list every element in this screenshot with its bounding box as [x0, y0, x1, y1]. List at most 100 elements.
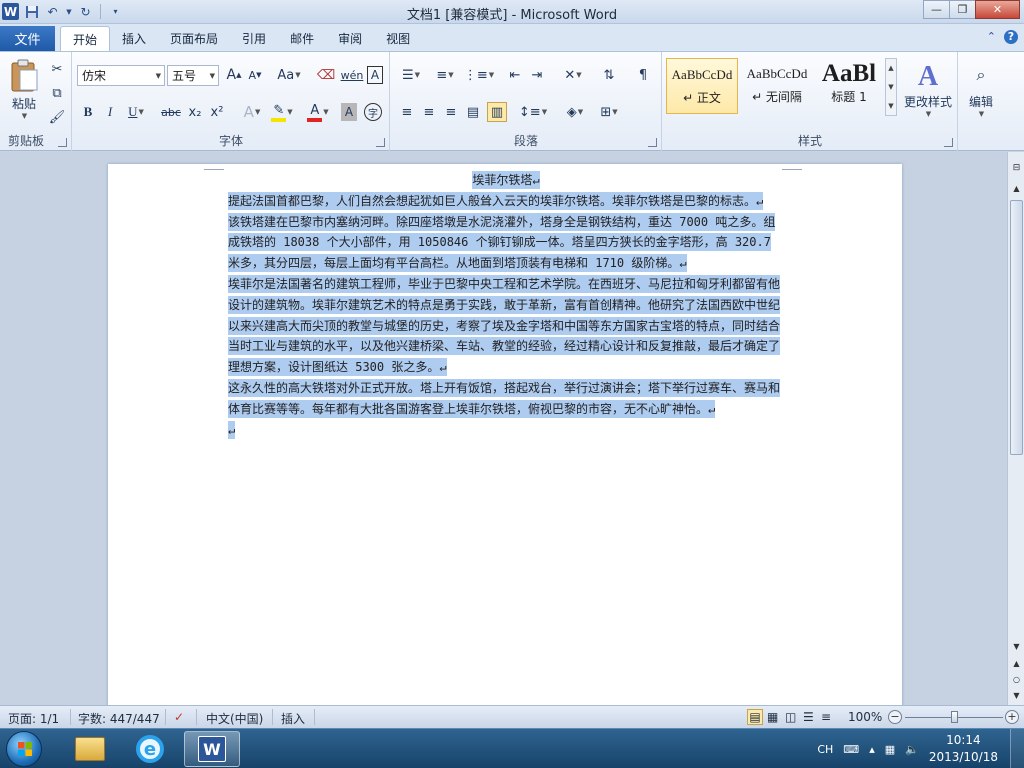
chinese-layout-button[interactable]: ✕ ▼: [559, 65, 587, 85]
next-page-icon[interactable]: ▼: [1009, 687, 1024, 703]
gallery-down-icon[interactable]: ▼: [886, 78, 896, 97]
taskbar-word[interactable]: W: [184, 731, 240, 767]
minimize-ribbon-icon[interactable]: ⌃: [987, 30, 996, 44]
tab-home[interactable]: 开始: [60, 26, 111, 51]
paragraph-2[interactable]: 该铁塔建在巴黎市内塞纳河畔。除四座塔墩是水泥浇灌外，塔身全是钢铁结构，重达 70…: [228, 212, 784, 274]
shading-button[interactable]: ◈ ▼: [561, 102, 589, 122]
clock[interactable]: 10:14 2013/10/18: [929, 732, 998, 766]
minimize-button[interactable]: —: [923, 0, 950, 19]
bullets-button[interactable]: ☰ ▼: [397, 65, 425, 85]
network-icon[interactable]: ▦: [885, 743, 895, 756]
show-hidden-icons-icon[interactable]: ▴: [869, 743, 875, 756]
zoom-slider-thumb[interactable]: [951, 711, 958, 723]
increase-indent-icon[interactable]: ⇥: [527, 65, 547, 85]
style-normal[interactable]: AaBbCcDd ↵ 正文: [666, 58, 738, 114]
borders-button[interactable]: ⊞ ▼: [595, 102, 623, 122]
clipboard-launcher-icon[interactable]: [58, 138, 67, 147]
cut-icon[interactable]: ✂: [48, 60, 66, 78]
vertical-scrollbar[interactable]: ⊟ ▲ ▼ ▲ ○ ▼: [1007, 152, 1024, 705]
italic-button[interactable]: I: [101, 102, 119, 122]
superscript-button[interactable]: x²: [208, 102, 226, 122]
show-marks-icon[interactable]: ¶: [633, 65, 653, 85]
paste-button[interactable]: 粘贴 ▼: [4, 56, 44, 122]
character-shading-button[interactable]: A: [341, 103, 357, 121]
previous-page-icon[interactable]: ▲: [1009, 655, 1024, 671]
tab-file[interactable]: 文件: [0, 26, 55, 51]
show-desktop-button[interactable]: [1010, 729, 1024, 768]
paragraph-3-text[interactable]: 埃菲尔是法国著名的建筑工程师，毕业于巴黎中央工程和艺术学院。在西班牙、马尼拉和匈…: [228, 274, 781, 377]
browse-object-icon[interactable]: ○: [1009, 671, 1024, 687]
styles-launcher-icon[interactable]: [944, 138, 953, 147]
style-heading-1[interactable]: AaBl 标题 1: [813, 58, 885, 114]
zoom-in-button[interactable]: +: [1005, 710, 1019, 724]
copy-icon[interactable]: ⧉: [48, 84, 66, 102]
input-language[interactable]: CH: [817, 743, 833, 756]
grow-font-button[interactable]: A ▲: [225, 65, 243, 85]
justify-icon[interactable]: ▤: [463, 102, 483, 122]
font-color-button[interactable]: A ▼: [305, 102, 331, 122]
document-title[interactable]: 埃菲尔铁塔↵: [472, 171, 540, 189]
subscript-button[interactable]: x₂: [186, 102, 204, 122]
scroll-up-icon[interactable]: ▲: [1009, 180, 1024, 196]
maximize-button[interactable]: ❐: [949, 0, 976, 19]
zoom-out-button[interactable]: −: [888, 710, 902, 724]
change-styles-button[interactable]: A 更改样式 ▼: [901, 56, 955, 122]
scroll-thumb[interactable]: [1010, 200, 1023, 455]
numbering-button[interactable]: ≡ ▼: [431, 65, 459, 85]
document-title-line[interactable]: 埃菲尔铁塔↵: [228, 170, 784, 191]
shrink-font-button[interactable]: A ▼: [246, 65, 264, 85]
ruler-toggle-icon[interactable]: ⊟: [1009, 160, 1024, 176]
paragraph-5[interactable]: ↵: [228, 420, 784, 441]
start-button[interactable]: [6, 731, 42, 767]
document-page[interactable]: 埃菲尔铁塔↵ 提起法国首都巴黎，人们自然会想起犹如巨人般耸入云天的埃菲尔铁塔。埃…: [108, 164, 902, 705]
line-spacing-button[interactable]: ↕≡ ▼: [519, 102, 547, 122]
enclose-characters-button[interactable]: 字: [364, 103, 382, 121]
zoom-level[interactable]: 100%: [848, 710, 882, 724]
bold-button[interactable]: B: [79, 102, 97, 122]
gallery-up-icon[interactable]: ▲: [886, 59, 896, 78]
tab-mailings[interactable]: 邮件: [278, 26, 326, 51]
proofing-icon[interactable]: ✓: [174, 710, 184, 724]
distributed-icon[interactable]: ▥: [487, 102, 507, 122]
phonetic-guide-button[interactable]: wén: [341, 65, 364, 85]
paragraph-1[interactable]: 提起法国首都巴黎，人们自然会想起犹如巨人般耸入云天的埃菲尔铁塔。埃菲尔铁塔是巴黎…: [228, 191, 784, 212]
view-web-layout-icon[interactable]: ◫: [785, 710, 796, 724]
keyboard-icon[interactable]: ⌨: [843, 743, 859, 756]
strikethrough-button[interactable]: abc: [159, 102, 183, 122]
text-effects-button[interactable]: A ▼: [239, 102, 265, 122]
align-right-icon[interactable]: ≡: [441, 102, 461, 122]
view-outline-icon[interactable]: ☰: [803, 710, 814, 724]
paragraph-launcher-icon[interactable]: [648, 138, 657, 147]
format-painter-icon[interactable]: 🖌: [48, 108, 66, 126]
volume-icon[interactable]: 🔈: [905, 743, 919, 756]
scroll-down-icon[interactable]: ▼: [1009, 638, 1024, 654]
paragraph-5-text[interactable]: ↵: [228, 420, 236, 439]
paragraph-4[interactable]: 这永久性的高大铁塔对外正式开放。塔上开有饭馆，搭起戏台，举行过演讲会；塔下举行过…: [228, 378, 784, 420]
paste-dropdown-icon[interactable]: ▼: [22, 112, 27, 120]
font-launcher-icon[interactable]: [376, 138, 385, 147]
multilevel-list-button[interactable]: ⋮≡ ▼: [464, 65, 494, 85]
align-center-icon[interactable]: ≡: [419, 102, 439, 122]
style-no-spacing[interactable]: AaBbCcDd ↵ 无间隔: [741, 58, 813, 114]
paragraph-1-text[interactable]: 提起法国首都巴黎，人们自然会想起犹如巨人般耸入云天的埃菲尔铁塔。埃菲尔铁塔是巴黎…: [228, 191, 764, 210]
underline-button[interactable]: U ▼: [123, 102, 149, 122]
align-left-icon[interactable]: ≡: [397, 102, 417, 122]
document-body[interactable]: 埃菲尔铁塔↵ 提起法国首都巴黎，人们自然会想起犹如巨人般耸入云天的埃菲尔铁塔。埃…: [228, 170, 784, 440]
view-full-screen-icon[interactable]: ▦: [767, 710, 778, 724]
taskbar-internet-explorer[interactable]: e: [122, 731, 178, 767]
tab-review[interactable]: 审阅: [326, 26, 374, 51]
highlight-button[interactable]: ✎ ▼: [269, 102, 295, 122]
paragraph-3[interactable]: 埃菲尔是法国著名的建筑工程师，毕业于巴黎中央工程和艺术学院。在西班牙、马尼拉和匈…: [228, 274, 784, 378]
paragraph-4-text[interactable]: 这永久性的高大铁塔对外正式开放。塔上开有饭馆，搭起戏台，举行过演讲会；塔下举行过…: [228, 378, 781, 418]
view-print-layout-icon[interactable]: ▤: [747, 709, 763, 725]
tab-page-layout[interactable]: 页面布局: [158, 26, 230, 51]
clear-formatting-icon[interactable]: ⌫: [317, 65, 335, 85]
change-case-button[interactable]: Aa ▼: [276, 65, 302, 85]
font-size-combo[interactable]: 五号 ▼: [167, 65, 219, 86]
tab-references[interactable]: 引用: [230, 26, 278, 51]
font-name-combo[interactable]: 仿宋 ▼: [77, 65, 165, 86]
character-border-button[interactable]: A: [367, 66, 383, 84]
tab-view[interactable]: 视图: [374, 26, 422, 51]
close-button[interactable]: ✕: [975, 0, 1020, 19]
styles-gallery-scroll[interactable]: ▲ ▼ ▼: [885, 58, 897, 116]
